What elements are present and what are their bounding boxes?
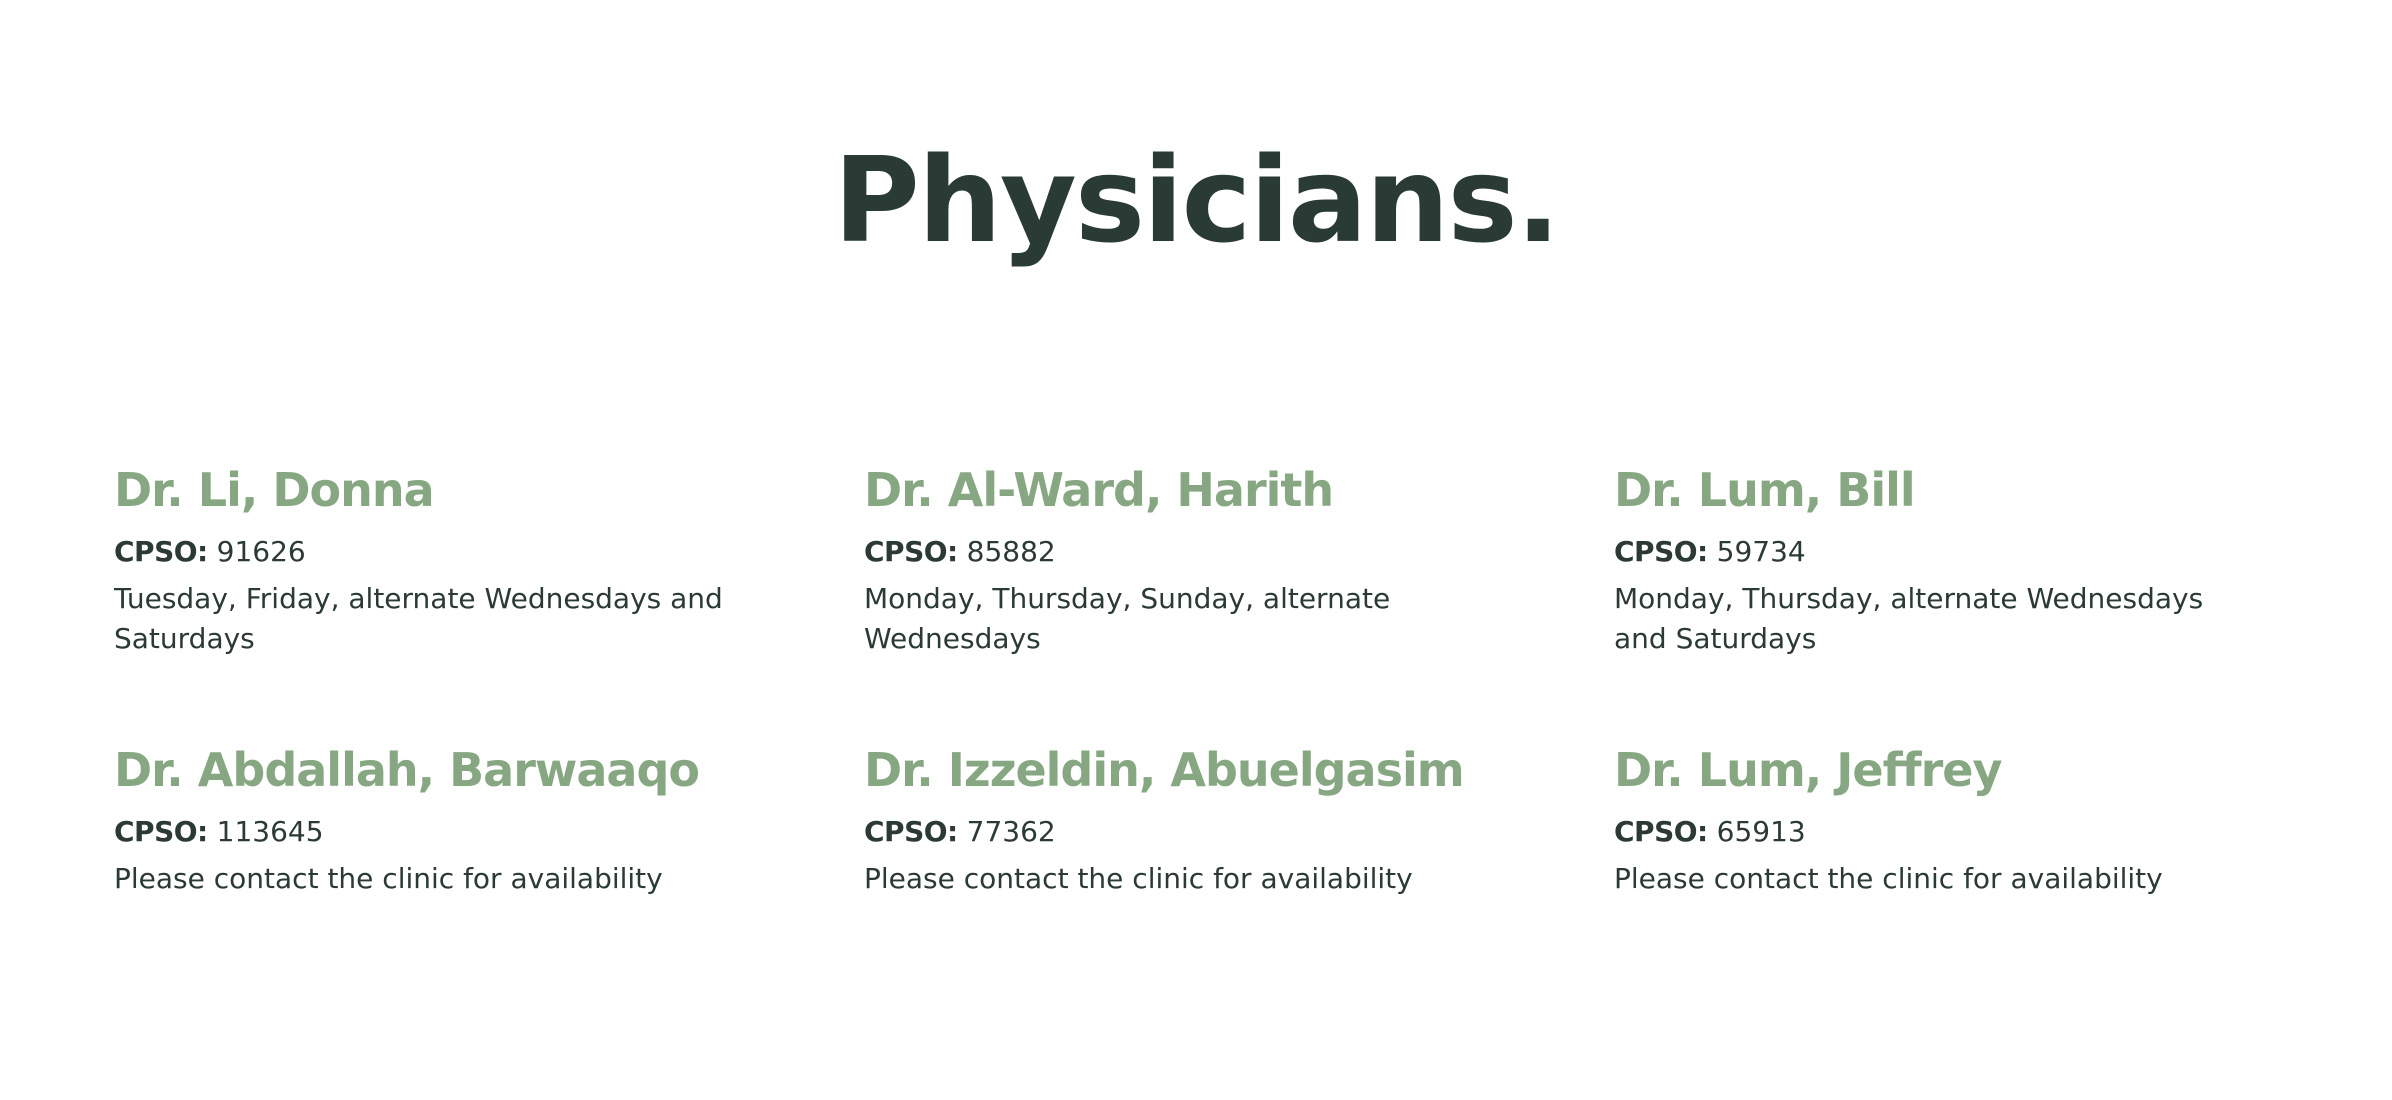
cpso-line: CPSO: 113645 — [114, 811, 864, 853]
physician-card-lum-jeffrey: Dr. Lum, Jeffrey CPSO: 65913 Please cont… — [1614, 735, 2364, 935]
physician-card-abdallah-barwaaqo: Dr. Abdallah, Barwaaqo CPSO: 113645 Plea… — [114, 735, 864, 935]
cpso-line: CPSO: 59734 — [1614, 531, 2364, 573]
physician-card-lum-bill: Dr. Lum, Bill CPSO: 59734 Monday, Thursd… — [1614, 455, 2364, 735]
availability-text: Monday, Thursday, alternate Wednesdays a… — [1614, 582, 2204, 655]
cpso-number: 113645 — [216, 815, 324, 848]
cpso-number: 85882 — [966, 535, 1056, 568]
physician-name: Dr. Li, Donna — [114, 463, 435, 517]
cpso-line: CPSO: 65913 — [1614, 811, 2364, 853]
cpso-number: 59734 — [1716, 535, 1806, 568]
cpso-number: 91626 — [216, 535, 306, 568]
cpso-label: CPSO: — [864, 815, 958, 848]
cpso-line: CPSO: 85882 — [864, 531, 1614, 573]
cpso-label: CPSO: — [114, 535, 208, 568]
availability-text: Tuesday, Friday, alternate Wednesdays an… — [114, 582, 723, 655]
physicians-grid: Dr. Li, Donna CPSO: 91626 Tuesday, Frida… — [114, 455, 2364, 935]
physician-card-izzeldin-abuelgasim: Dr. Izzeldin, Abuelgasim CPSO: 77362 Ple… — [864, 735, 1614, 935]
physician-card-al-ward-harith: Dr. Al-Ward, Harith CPSO: 85882 Monday, … — [864, 455, 1614, 735]
cpso-label: CPSO: — [114, 815, 208, 848]
availability-text: Please contact the clinic for availabili… — [1614, 862, 2163, 895]
cpso-label: CPSO: — [864, 535, 958, 568]
physician-name: Dr. Lum, Jeffrey — [1614, 743, 2003, 797]
cpso-label: CPSO: — [1614, 535, 1708, 568]
cpso-number: 65913 — [1716, 815, 1806, 848]
availability-text: Monday, Thursday, Sunday, alternate Wedn… — [864, 582, 1391, 655]
availability-text: Please contact the clinic for availabili… — [864, 862, 1413, 895]
physician-card-li-donna: Dr. Li, Donna CPSO: 91626 Tuesday, Frida… — [114, 455, 864, 735]
physician-name: Dr. Abdallah, Barwaaqo — [114, 743, 700, 797]
cpso-line: CPSO: 77362 — [864, 811, 1614, 853]
cpso-line: CPSO: 91626 — [114, 531, 864, 573]
cpso-label: CPSO: — [1614, 815, 1708, 848]
page-title: Physicians. — [833, 131, 1560, 269]
physician-name: Dr. Al-Ward, Harith — [864, 463, 1334, 517]
physician-name: Dr. Lum, Bill — [1614, 463, 1916, 517]
physician-name: Dr. Izzeldin, Abuelgasim — [864, 743, 1465, 797]
availability-text: Please contact the clinic for availabili… — [114, 862, 663, 895]
cpso-number: 77362 — [966, 815, 1056, 848]
